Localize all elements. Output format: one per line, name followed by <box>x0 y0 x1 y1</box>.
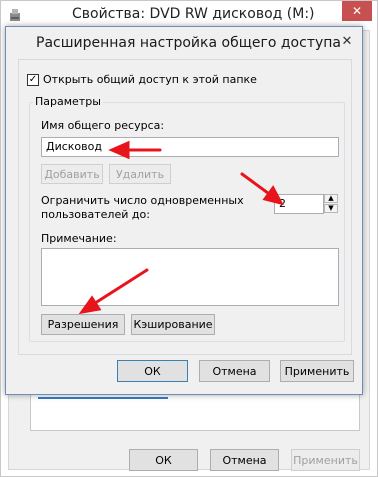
arrow-permissions-icon <box>78 268 149 315</box>
